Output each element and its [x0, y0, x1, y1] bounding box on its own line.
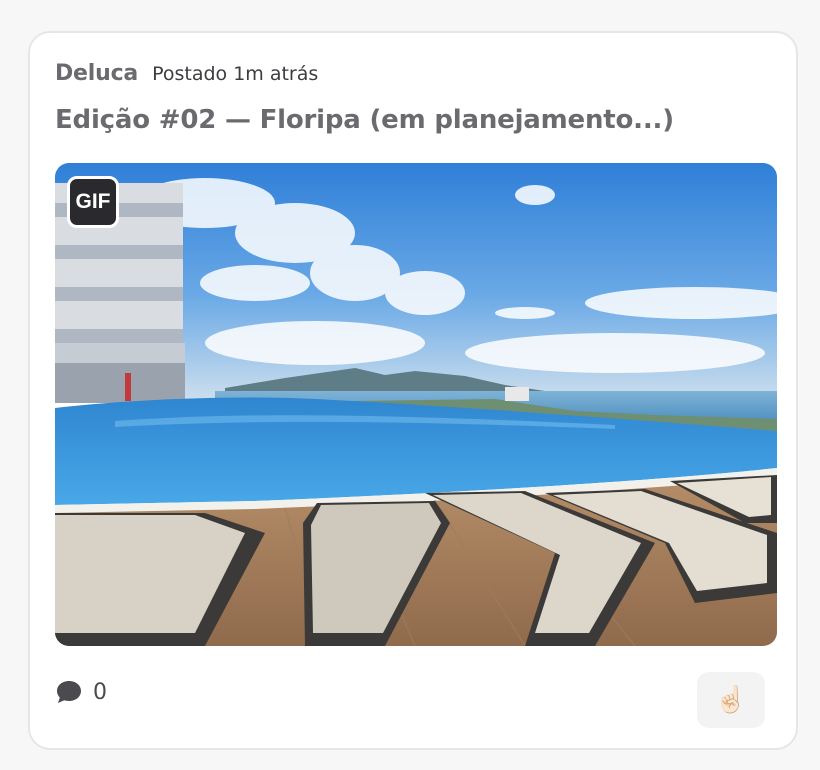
- post-card: Deluca Postado 1m atrás Edição #02 — Flo…: [28, 31, 798, 750]
- author-name[interactable]: Deluca: [55, 61, 138, 86]
- pool-scene-image: [55, 163, 777, 646]
- pointing-hand-icon: ☝🏻: [714, 685, 748, 715]
- post-timestamp: Postado 1m atrás: [152, 63, 319, 85]
- comments-button[interactable]: 0: [55, 679, 107, 705]
- speech-bubble-icon: [55, 679, 83, 705]
- post-media[interactable]: GIF: [55, 163, 777, 646]
- post-title[interactable]: Edição #02 — Floripa (em planejamento...…: [55, 105, 674, 135]
- reaction-button[interactable]: ☝🏻: [697, 672, 765, 728]
- gif-badge: GIF: [67, 176, 119, 228]
- comment-count: 0: [93, 679, 107, 705]
- post-meta: Deluca Postado 1m atrás: [55, 61, 318, 86]
